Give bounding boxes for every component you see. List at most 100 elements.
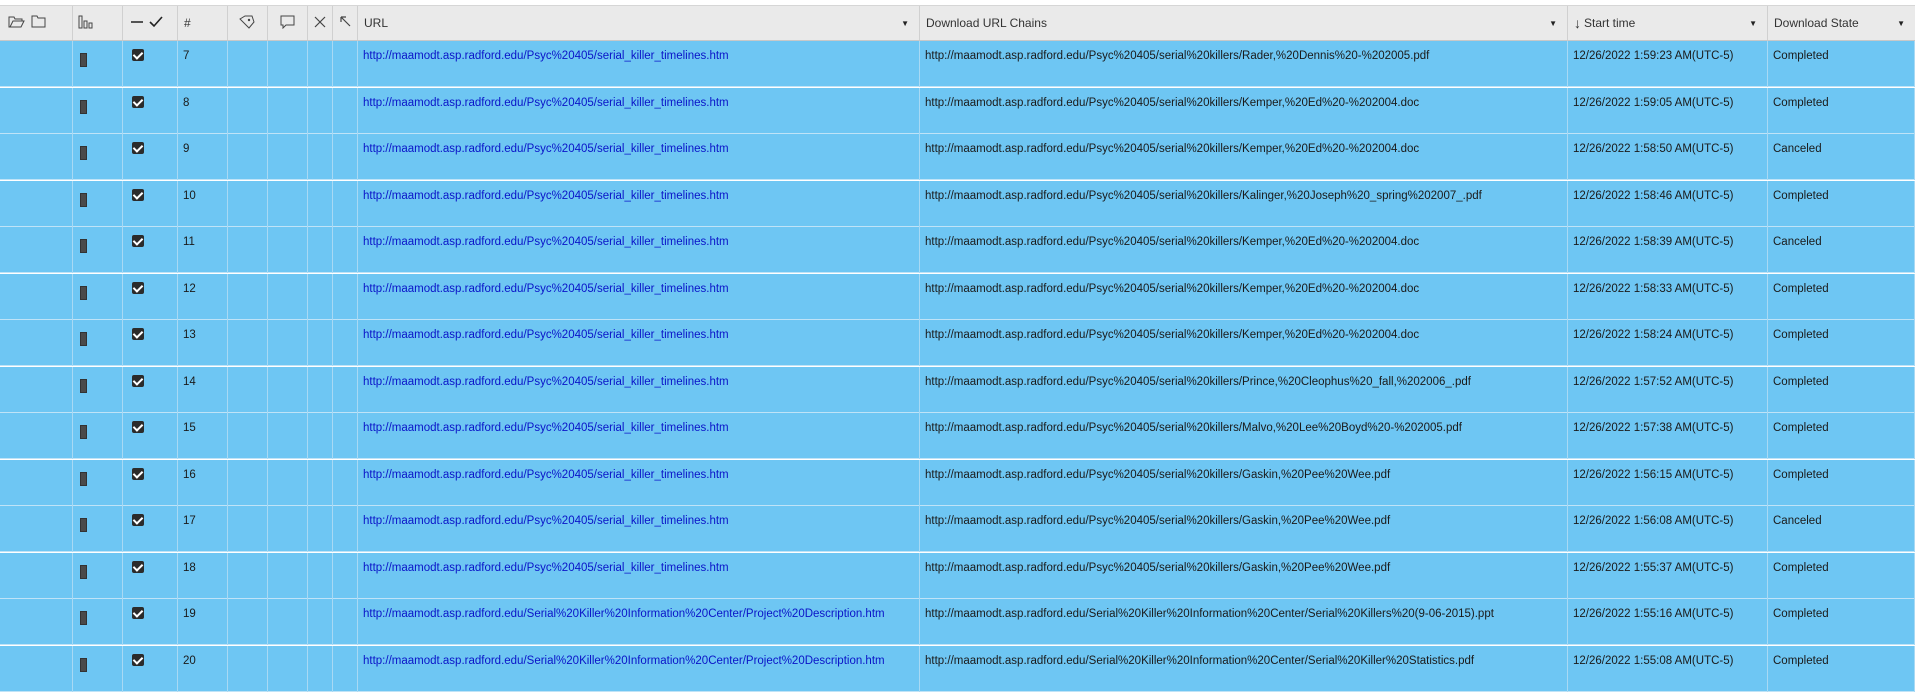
row-checkbox[interactable] — [132, 560, 144, 573]
row-checkbox[interactable] — [132, 653, 144, 666]
check-icon[interactable] — [149, 15, 163, 32]
empty-cell — [333, 366, 358, 413]
table-row[interactable]: 10 http://maamodt.asp.radford.edu/Psyc%20… — [0, 180, 1915, 227]
table-row[interactable]: 13 http://maamodt.asp.radford.edu/Psyc%20… — [0, 320, 1915, 366]
row-url[interactable]: http://maamodt.asp.radford.edu/Psyc%2040… — [358, 134, 920, 180]
row-checkbox[interactable] — [132, 328, 144, 340]
header-comment-column[interactable] — [268, 6, 308, 40]
url-dropdown-icon[interactable]: ▼ — [901, 19, 909, 28]
row-checkbox[interactable] — [132, 188, 144, 201]
empty-cell — [0, 459, 73, 506]
header-arrow-column[interactable] — [333, 6, 358, 40]
table-row[interactable]: 16 http://maamodt.asp.radford.edu/Psyc%20… — [0, 459, 1915, 506]
row-checkbox[interactable] — [132, 142, 144, 154]
row-url[interactable]: http://maamodt.asp.radford.edu/Psyc%2040… — [358, 320, 920, 366]
row-start-time: 12/26/2022 1:59:23 AM(UTC-5) — [1568, 41, 1768, 87]
row-url[interactable]: http://maamodt.asp.radford.edu/Serial%20… — [358, 645, 920, 692]
row-download-chain: http://maamodt.asp.radford.edu/Serial%20… — [920, 645, 1568, 692]
header-select-column[interactable] — [123, 6, 178, 40]
progress-cell — [73, 552, 123, 599]
row-download-state: Completed — [1768, 87, 1915, 134]
empty-cell — [268, 180, 308, 227]
empty-cell — [333, 180, 358, 227]
header-chains-column[interactable]: Download URL Chains ▼ — [920, 6, 1568, 40]
row-checkbox[interactable] — [132, 421, 144, 433]
header-state-column[interactable]: Download State ▼ — [1768, 6, 1915, 40]
empty-cell — [308, 227, 333, 273]
state-dropdown-icon[interactable]: ▼ — [1897, 19, 1905, 28]
row-checkbox[interactable] — [132, 95, 144, 108]
row-url[interactable]: http://maamodt.asp.radford.edu/Psyc%2040… — [358, 366, 920, 413]
start-time-dropdown-icon[interactable]: ▼ — [1749, 19, 1757, 28]
header-number-column[interactable]: # — [178, 6, 228, 40]
row-url[interactable]: http://maamodt.asp.radford.edu/Psyc%2040… — [358, 506, 920, 552]
table-row[interactable]: 12 http://maamodt.asp.radford.edu/Psyc%20… — [0, 273, 1915, 320]
row-checkbox[interactable] — [132, 467, 144, 480]
table-row[interactable]: 14 http://maamodt.asp.radford.edu/Psyc%20… — [0, 366, 1915, 413]
row-checkbox[interactable] — [132, 374, 144, 387]
row-url[interactable]: http://maamodt.asp.radford.edu/Serial%20… — [358, 599, 920, 645]
empty-cell — [333, 599, 358, 645]
row-number: 17 — [178, 506, 228, 552]
row-url[interactable]: http://maamodt.asp.radford.edu/Psyc%2040… — [358, 413, 920, 459]
row-number: 18 — [178, 552, 228, 599]
row-number: 20 — [178, 645, 228, 692]
row-start-time: 12/26/2022 1:59:05 AM(UTC-5) — [1568, 87, 1768, 134]
minus-icon[interactable] — [130, 15, 144, 32]
header-folder-column — [0, 6, 73, 40]
table-row[interactable]: 19 http://maamodt.asp.radford.edu/Serial%… — [0, 599, 1915, 645]
empty-cell — [308, 87, 333, 134]
row-checkbox[interactable] — [132, 235, 144, 247]
header-tag-column[interactable] — [228, 6, 268, 40]
table-row[interactable]: 7 http://maamodt.asp.radford.edu/Psyc%204… — [0, 41, 1915, 87]
row-checkbox-cell — [123, 41, 178, 87]
row-url[interactable]: http://maamodt.asp.radford.edu/Psyc%2040… — [358, 552, 920, 599]
row-url[interactable]: http://maamodt.asp.radford.edu/Psyc%2040… — [358, 180, 920, 227]
row-url[interactable]: http://maamodt.asp.radford.edu/Psyc%2040… — [358, 459, 920, 506]
table-row[interactable]: 17 http://maamodt.asp.radford.edu/Psyc%20… — [0, 506, 1915, 552]
row-url[interactable]: http://maamodt.asp.radford.edu/Psyc%2040… — [358, 273, 920, 320]
table-row[interactable]: 20 http://maamodt.asp.radford.edu/Serial%… — [0, 645, 1915, 692]
row-checkbox-cell — [123, 599, 178, 645]
empty-cell — [228, 552, 268, 599]
header-close-column[interactable] — [308, 6, 333, 40]
header-number-label: # — [184, 16, 191, 30]
comment-icon — [280, 15, 295, 32]
header-url-column[interactable]: URL ▼ — [358, 6, 920, 40]
row-download-state: Canceled — [1768, 506, 1915, 552]
header-progress-column[interactable] — [73, 6, 123, 40]
chains-dropdown-icon[interactable]: ▼ — [1549, 19, 1557, 28]
row-checkbox[interactable] — [132, 514, 144, 526]
empty-cell — [0, 413, 73, 459]
row-url[interactable]: http://maamodt.asp.radford.edu/Psyc%2040… — [358, 41, 920, 87]
table-row[interactable]: 11 http://maamodt.asp.radford.edu/Psyc%20… — [0, 227, 1915, 273]
tag-icon — [239, 15, 255, 32]
empty-cell — [0, 134, 73, 180]
table-row[interactable]: 9 http://maamodt.asp.radford.edu/Psyc%204… — [0, 134, 1915, 180]
row-checkbox-cell — [123, 227, 178, 273]
table-row[interactable]: 15 http://maamodt.asp.radford.edu/Psyc%20… — [0, 413, 1915, 459]
row-checkbox-cell — [123, 645, 178, 692]
row-download-state: Completed — [1768, 180, 1915, 227]
folder-icon[interactable] — [31, 15, 46, 31]
progress-cell — [73, 87, 123, 134]
empty-cell — [268, 366, 308, 413]
header-start-time-column[interactable]: ↓ Start time ▼ — [1568, 6, 1768, 40]
column-header-bar: # URL ▼ Download URL Chains ▼ ↓ Start ti… — [0, 5, 1915, 41]
row-url[interactable]: http://maamodt.asp.radford.edu/Psyc%2040… — [358, 227, 920, 273]
table-row[interactable]: 18 http://maamodt.asp.radford.edu/Psyc%20… — [0, 552, 1915, 599]
row-number: 19 — [178, 599, 228, 645]
table-row[interactable]: 8 http://maamodt.asp.radford.edu/Psyc%204… — [0, 87, 1915, 134]
header-state-label: Download State — [1774, 16, 1859, 30]
empty-cell — [228, 459, 268, 506]
row-checkbox[interactable] — [132, 49, 144, 61]
empty-cell — [333, 459, 358, 506]
progress-cell — [73, 134, 123, 180]
empty-cell — [0, 87, 73, 134]
arrow-up-left-icon — [339, 15, 352, 31]
row-checkbox[interactable] — [132, 281, 144, 294]
row-url[interactable]: http://maamodt.asp.radford.edu/Psyc%2040… — [358, 87, 920, 134]
folder-open-icon[interactable] — [8, 15, 25, 32]
row-checkbox[interactable] — [132, 607, 144, 619]
row-download-state: Completed — [1768, 366, 1915, 413]
